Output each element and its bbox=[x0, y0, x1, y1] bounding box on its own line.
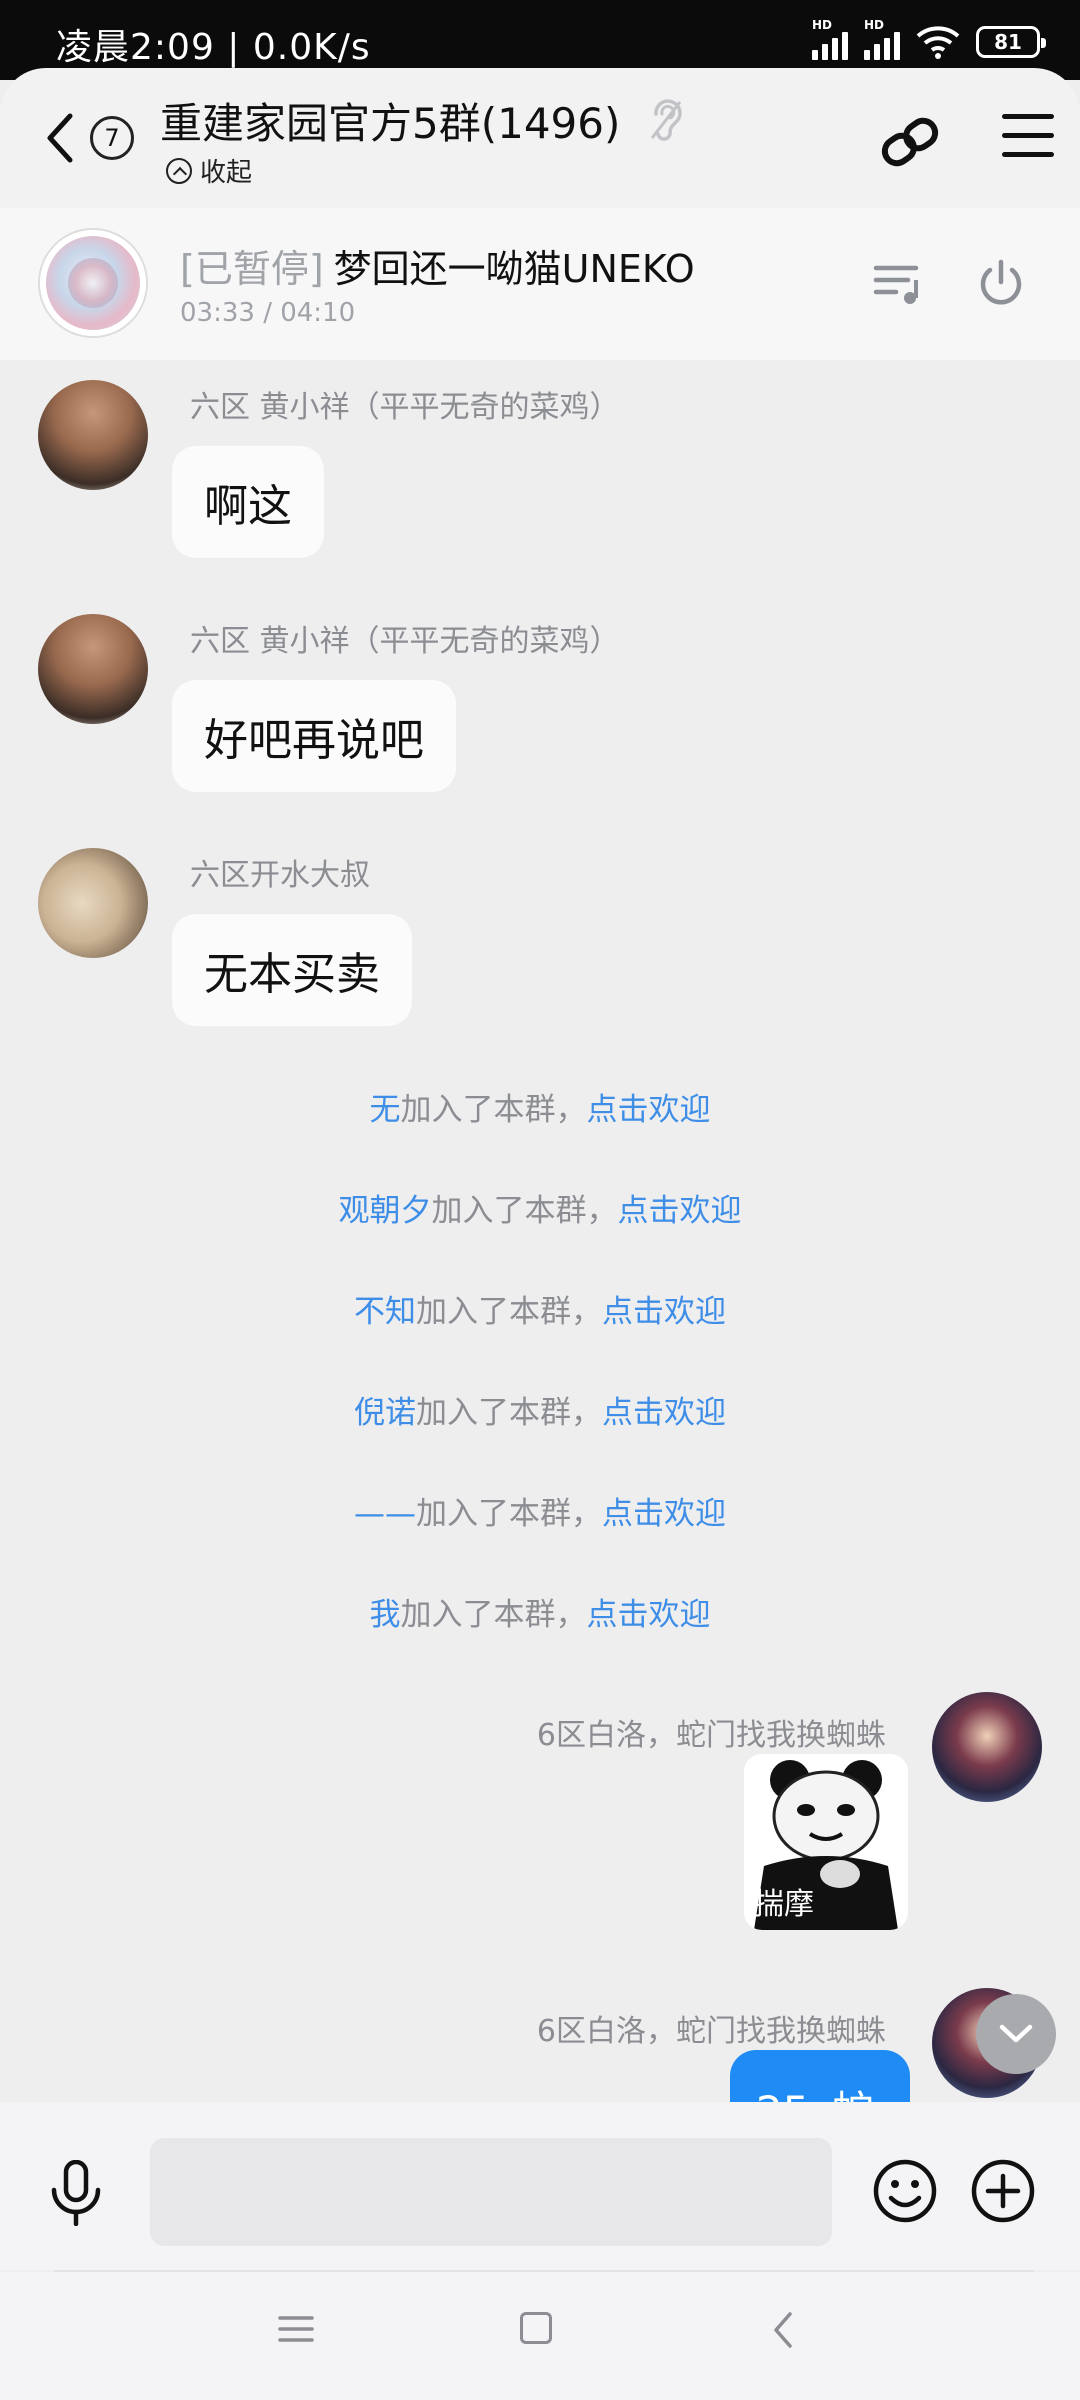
notice-text: 加入了本群， bbox=[416, 1496, 602, 1532]
playback-status: [已暂停] bbox=[180, 247, 324, 291]
welcome-link[interactable]: 点击欢迎 bbox=[602, 1395, 726, 1431]
sender-name[interactable]: 六区开水大叔 bbox=[190, 850, 370, 894]
member-name-link[interactable]: 无 bbox=[370, 1092, 401, 1128]
plus-circle-icon[interactable] bbox=[970, 2158, 1036, 2224]
avatar[interactable] bbox=[38, 848, 148, 958]
member-name-link[interactable]: 倪诺 bbox=[354, 1395, 416, 1431]
playback-progress: 03:33 / 04:10 bbox=[180, 298, 356, 328]
notice-text: 加入了本群， bbox=[400, 1597, 587, 1633]
member-name-link[interactable]: 观朝夕 bbox=[339, 1193, 432, 1229]
collapse-toggle[interactable]: 收起 bbox=[166, 152, 252, 189]
sender-name[interactable]: 六区 黄小祥（平平无奇的菜鸡） bbox=[190, 382, 620, 426]
battery-indicator: 81 bbox=[976, 26, 1046, 58]
join-notice: 观朝夕加入了本群，点击欢迎 bbox=[0, 1185, 1080, 1230]
album-cover[interactable] bbox=[40, 230, 146, 336]
chat-header: 7 重建家园官方5群(1496) 收起 bbox=[0, 68, 1080, 208]
message-input[interactable] bbox=[150, 2138, 832, 2246]
message-bubble[interactable]: 啊这 bbox=[172, 446, 324, 558]
status-time: 凌晨2:09 | 0.0K/s bbox=[56, 27, 371, 68]
avatar[interactable] bbox=[38, 614, 148, 724]
chevron-down-icon bbox=[999, 2024, 1033, 2043]
microphone-icon[interactable] bbox=[48, 2160, 104, 2226]
sender-name[interactable]: 六区 黄小祥（平平无奇的菜鸡） bbox=[190, 616, 620, 660]
sticker-caption: 揣摩 bbox=[754, 1887, 814, 1922]
status-indicators: HD HD 81 bbox=[812, 18, 1046, 64]
recent-apps-icon[interactable] bbox=[278, 2314, 314, 2344]
notice-text: 加入了本群， bbox=[416, 1395, 602, 1431]
back-icon[interactable] bbox=[770, 2310, 796, 2350]
ear-icon[interactable] bbox=[648, 98, 684, 142]
network-label: HD bbox=[864, 18, 885, 32]
member-name-link[interactable]: —— bbox=[354, 1496, 416, 1532]
sender-name[interactable]: 6区白洛，蛇门找我换蜘蛛 bbox=[537, 1710, 886, 1754]
unread-count-badge[interactable]: 7 bbox=[90, 116, 134, 160]
join-notice: 倪诺加入了本群，点击欢迎 bbox=[0, 1387, 1080, 1432]
message-bubble[interactable]: 无本买卖 bbox=[172, 914, 412, 1026]
song-title: 梦回还一呦猫UNEKO bbox=[333, 247, 695, 291]
sender-name[interactable]: 6区白洛，蛇门找我换蜘蛛 bbox=[537, 2006, 886, 2050]
message-list[interactable]: 六区 黄小祥（平平无奇的菜鸡） 啊这 六区 黄小祥（平平无奇的菜鸡） 好吧再说吧… bbox=[0, 360, 1080, 2102]
song-info: [已暂停] 梦回还一呦猫UNEKO bbox=[180, 238, 695, 293]
message-bubble[interactable]: 好吧再说吧 bbox=[172, 680, 456, 792]
notice-text: 加入了本群， bbox=[431, 1193, 618, 1229]
avatar[interactable] bbox=[932, 1692, 1042, 1802]
welcome-link[interactable]: 点击欢迎 bbox=[618, 1193, 742, 1229]
collapse-label: 收起 bbox=[200, 158, 253, 188]
message-bubble[interactable]: 25s蛇 bbox=[730, 2050, 910, 2102]
sticker-image[interactable]: 揣摩 bbox=[744, 1754, 908, 1930]
join-notice: ——加入了本群，点击欢迎 bbox=[0, 1488, 1080, 1533]
welcome-link[interactable]: 点击欢迎 bbox=[602, 1294, 726, 1330]
join-notice: 不知加入了本群，点击欢迎 bbox=[0, 1286, 1080, 1331]
power-icon[interactable] bbox=[976, 258, 1026, 308]
signal-icon: HD bbox=[812, 18, 848, 60]
join-notice: 无加入了本群，点击欢迎 bbox=[0, 1084, 1080, 1129]
welcome-link[interactable]: 点击欢迎 bbox=[587, 1597, 711, 1633]
notice-text: 加入了本群， bbox=[400, 1092, 587, 1128]
welcome-link[interactable]: 点击欢迎 bbox=[587, 1092, 711, 1128]
join-notice: 我加入了本群，点击欢迎 bbox=[0, 1589, 1080, 1634]
network-label: HD bbox=[812, 18, 833, 32]
panda-sticker-icon: 揣摩 bbox=[744, 1754, 908, 1930]
music-player-bar[interactable]: [已暂停] 梦回还一呦猫UNEKO 03:33 / 04:10 bbox=[0, 208, 1080, 360]
playlist-icon[interactable] bbox=[872, 260, 924, 308]
chevron-left-icon[interactable] bbox=[40, 110, 80, 166]
chevron-up-icon bbox=[166, 157, 192, 184]
page-title[interactable]: 重建家园官方5群(1496) bbox=[160, 90, 620, 151]
notice-text: 加入了本群， bbox=[416, 1294, 602, 1330]
wifi-icon bbox=[916, 26, 960, 59]
welcome-link[interactable]: 点击欢迎 bbox=[602, 1496, 726, 1532]
scroll-to-bottom-button[interactable] bbox=[976, 1994, 1056, 2074]
input-bar bbox=[0, 2102, 1080, 2270]
member-name-link[interactable]: 我 bbox=[370, 1597, 401, 1633]
member-name-link[interactable]: 不知 bbox=[354, 1294, 416, 1330]
avatar[interactable] bbox=[38, 380, 148, 490]
home-icon[interactable] bbox=[520, 2312, 552, 2344]
system-nav-bar bbox=[0, 2272, 1080, 2400]
hamburger-menu-icon[interactable] bbox=[1002, 114, 1054, 160]
emoji-icon[interactable] bbox=[872, 2158, 938, 2224]
signal-icon: HD bbox=[864, 18, 900, 60]
link-icon[interactable] bbox=[876, 108, 944, 176]
